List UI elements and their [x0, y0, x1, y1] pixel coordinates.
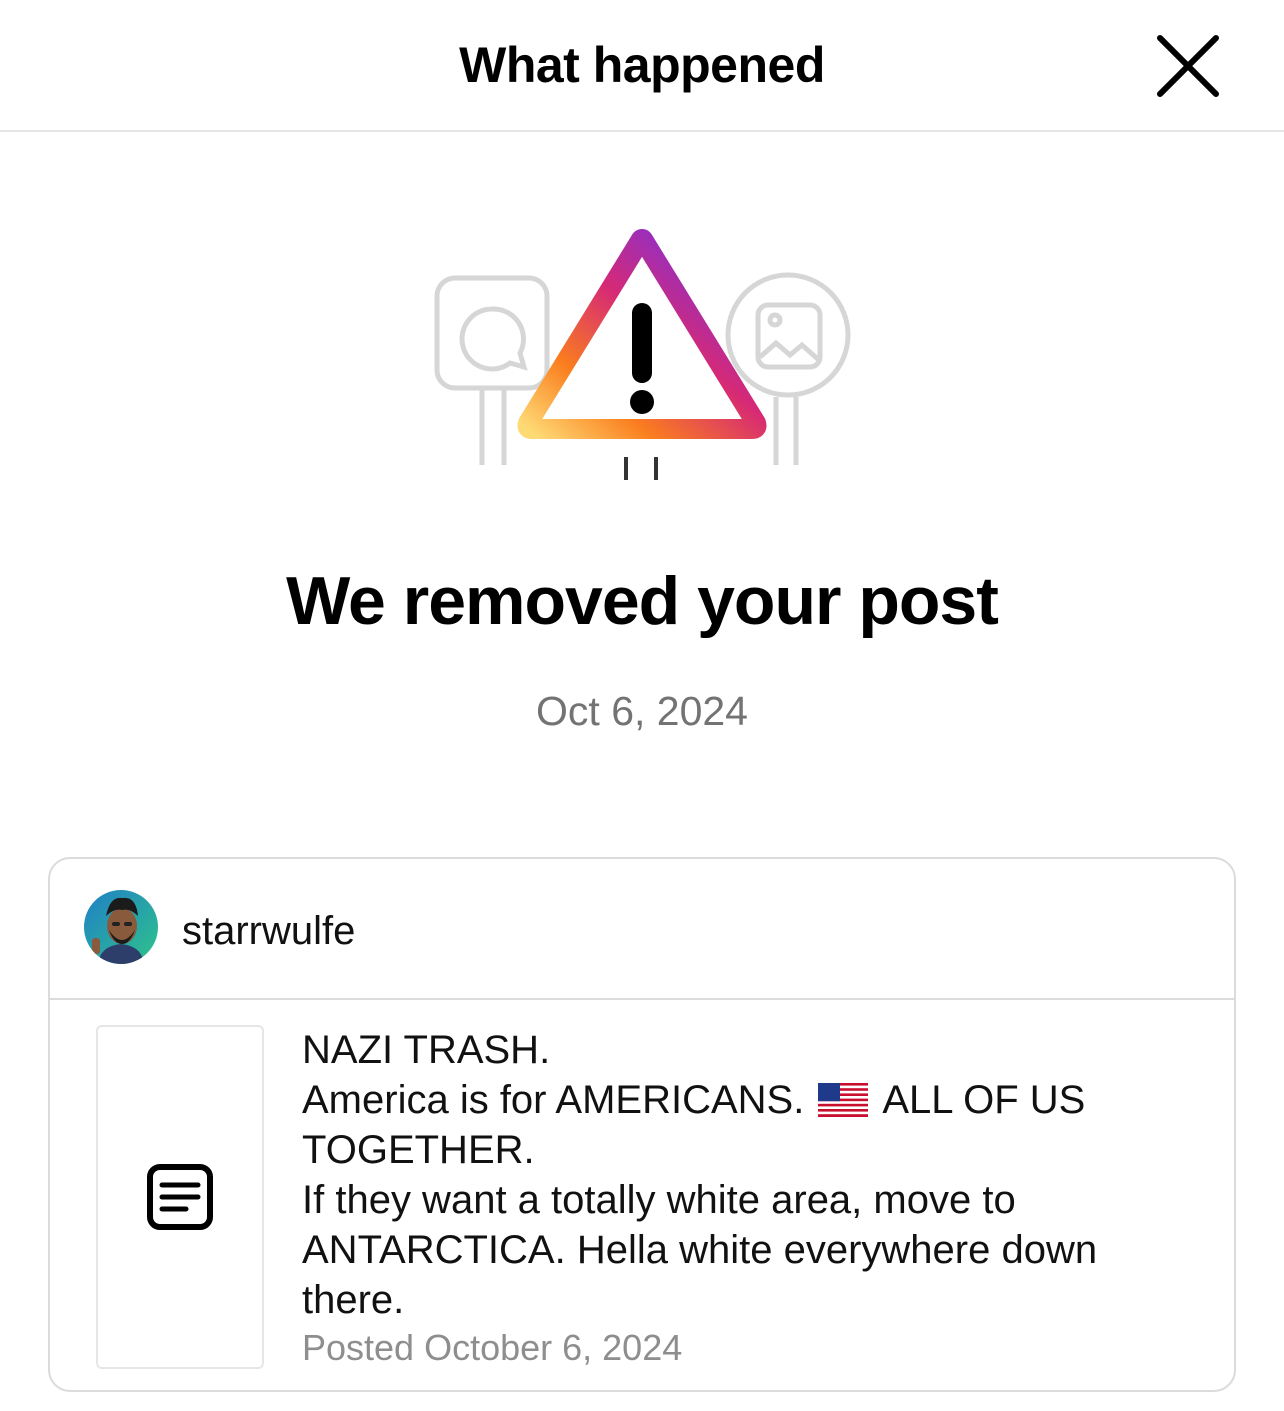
post-timestamp: Posted October 6, 2024 [302, 1327, 683, 1368]
removed-post-heading: We removed your post [286, 563, 999, 639]
post-line: If they want a totally white area, move … [302, 1178, 1016, 1222]
post-line: TOGETHER. [302, 1128, 535, 1172]
removal-date: Oct 6, 2024 [536, 688, 748, 734]
post-caption: NAZI TRASH. America is for AMERICANS. AL… [302, 1025, 1202, 1325]
post-line-part: ALL OF US [882, 1078, 1086, 1122]
post-line: NAZI TRASH. [302, 1028, 551, 1072]
close-button[interactable] [1152, 30, 1224, 102]
post-line-part: America is for AMERICANS. [302, 1078, 805, 1122]
post-username[interactable]: starrwulfe [182, 909, 355, 954]
removed-post-illustration [420, 225, 870, 495]
text-post-icon [147, 1164, 213, 1230]
warning-triangle-icon [517, 229, 767, 480]
post-author-row: starrwulfe [50, 859, 1234, 1000]
post-line: America is for AMERICANS. ALL OF US [302, 1075, 1202, 1125]
post-line: there. [302, 1278, 405, 1322]
post-line: ANTARCTICA. Hella white everywhere down [302, 1228, 1098, 1272]
post-thumbnail[interactable] [96, 1025, 264, 1369]
us-flag-emoji [818, 1083, 869, 1117]
removed-post-card: starrwulfe NAZI TRASH. America is for AM… [48, 857, 1236, 1392]
header-bar: What happened [0, 0, 1284, 132]
close-icon [1157, 35, 1219, 97]
avatar[interactable] [84, 890, 158, 964]
page-title: What happened [459, 37, 825, 93]
